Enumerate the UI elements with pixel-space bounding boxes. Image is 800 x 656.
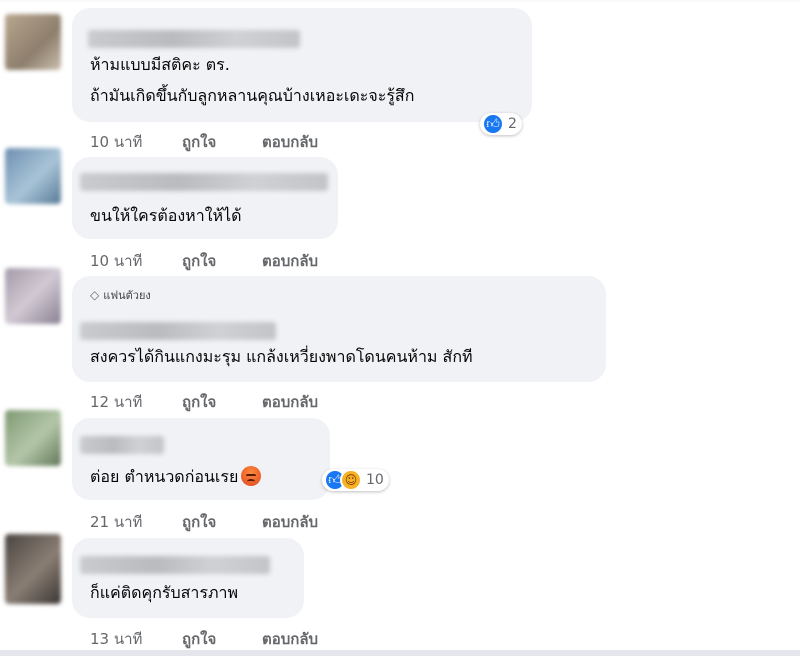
comment-bubble: ◇ แฟนตัวยง สงควรได้กินแกงมะรุม แกล้งเหวี… xyxy=(72,276,606,382)
like-button[interactable]: ถูกใจ xyxy=(182,627,262,651)
like-icon: 👍︎ xyxy=(482,113,504,135)
comment-actions: 21 นาที ถูกใจ ตอบกลับ xyxy=(90,510,318,534)
reply-button[interactable]: ตอบกลับ xyxy=(262,390,318,414)
reply-button[interactable]: ตอบกลับ xyxy=(262,249,318,273)
bottom-edge xyxy=(0,650,800,656)
like-button[interactable]: ถูกใจ xyxy=(182,249,262,273)
avatar[interactable] xyxy=(5,410,61,466)
commenter-name[interactable] xyxy=(80,436,164,454)
commenter-name[interactable] xyxy=(88,30,300,48)
like-button[interactable]: ถูกใจ xyxy=(182,390,262,414)
avatar[interactable] xyxy=(5,148,61,204)
reply-button[interactable]: ตอบกลับ xyxy=(262,130,318,154)
comment-text: ต่อย ตำหนวดก่อนเรย xyxy=(90,467,239,486)
avatar[interactable] xyxy=(5,534,61,604)
comment-actions: 13 นาที ถูกใจ ตอบกลับ xyxy=(90,627,318,651)
comment-time[interactable]: 10 นาที xyxy=(90,130,182,154)
comment-text-line: สงควรได้กินแกงมะรุม แกล้งเหวี่ยงพาดโดนคน… xyxy=(90,347,473,366)
comment-bubble: ต่อย ตำหนวดก่อนเรย xyxy=(72,418,330,500)
like-button[interactable]: ถูกใจ xyxy=(182,510,262,534)
comment-actions: 10 นาที ถูกใจ ตอบกลับ xyxy=(90,249,318,273)
like-button[interactable]: ถูกใจ xyxy=(182,130,262,154)
reaction-summary[interactable]: 👍︎ 2 xyxy=(480,113,522,135)
reaction-count: 10 xyxy=(366,472,384,488)
reply-button[interactable]: ตอบกลับ xyxy=(262,627,318,651)
top-fan-badge: ◇ แฟนตัวยง xyxy=(90,286,151,304)
comment-text-line: ห้ามแบบมีสติคะ ตร. xyxy=(90,55,230,74)
comment-time[interactable]: 10 นาที xyxy=(90,249,182,273)
commenter-name[interactable] xyxy=(80,556,270,574)
comment-time[interactable]: 21 นาที xyxy=(90,510,182,534)
comment-bubble: ขนให้ใครต้องหาให้ได้ xyxy=(72,157,338,239)
avatar[interactable] xyxy=(5,14,61,70)
haha-icon: ☺ xyxy=(340,469,362,491)
commenter-name[interactable] xyxy=(80,173,328,191)
comment-text-line: ถ้ามันเกิดขึ้นกับลูกหลานคุณบ้างเหอะเดะจะ… xyxy=(90,86,415,105)
comment-bubble: ก็แค่ติดคุกรับสารภาพ xyxy=(72,538,304,618)
angry-face-emoji-icon xyxy=(241,466,262,486)
comment-actions: 10 นาที ถูกใจ ตอบกลับ xyxy=(90,130,318,154)
top-edge xyxy=(0,0,800,2)
commenter-name[interactable] xyxy=(80,322,276,340)
comment-text-line: ก็แค่ติดคุกรับสารภาพ xyxy=(90,583,239,602)
reply-button[interactable]: ตอบกลับ xyxy=(262,510,318,534)
comment-time[interactable]: 13 นาที xyxy=(90,627,182,651)
badge-label: แฟนตัวยง xyxy=(103,289,151,302)
avatar[interactable] xyxy=(5,268,61,324)
comment-bubble: ห้ามแบบมีสติคะ ตร. ถ้ามันเกิดขึ้นกับลูกห… xyxy=(72,8,532,122)
diamond-icon: ◇ xyxy=(90,288,100,302)
reaction-summary[interactable]: 👍︎ ☺ 10 xyxy=(322,469,389,491)
comment-text-line: ขนให้ใครต้องหาให้ได้ xyxy=(90,206,242,225)
comment-actions: 12 นาที ถูกใจ ตอบกลับ xyxy=(90,390,318,414)
comment-time[interactable]: 12 นาที xyxy=(90,390,182,414)
reaction-count: 2 xyxy=(508,116,517,132)
comment-text-line: ต่อย ตำหนวดก่อนเรย xyxy=(90,464,262,490)
